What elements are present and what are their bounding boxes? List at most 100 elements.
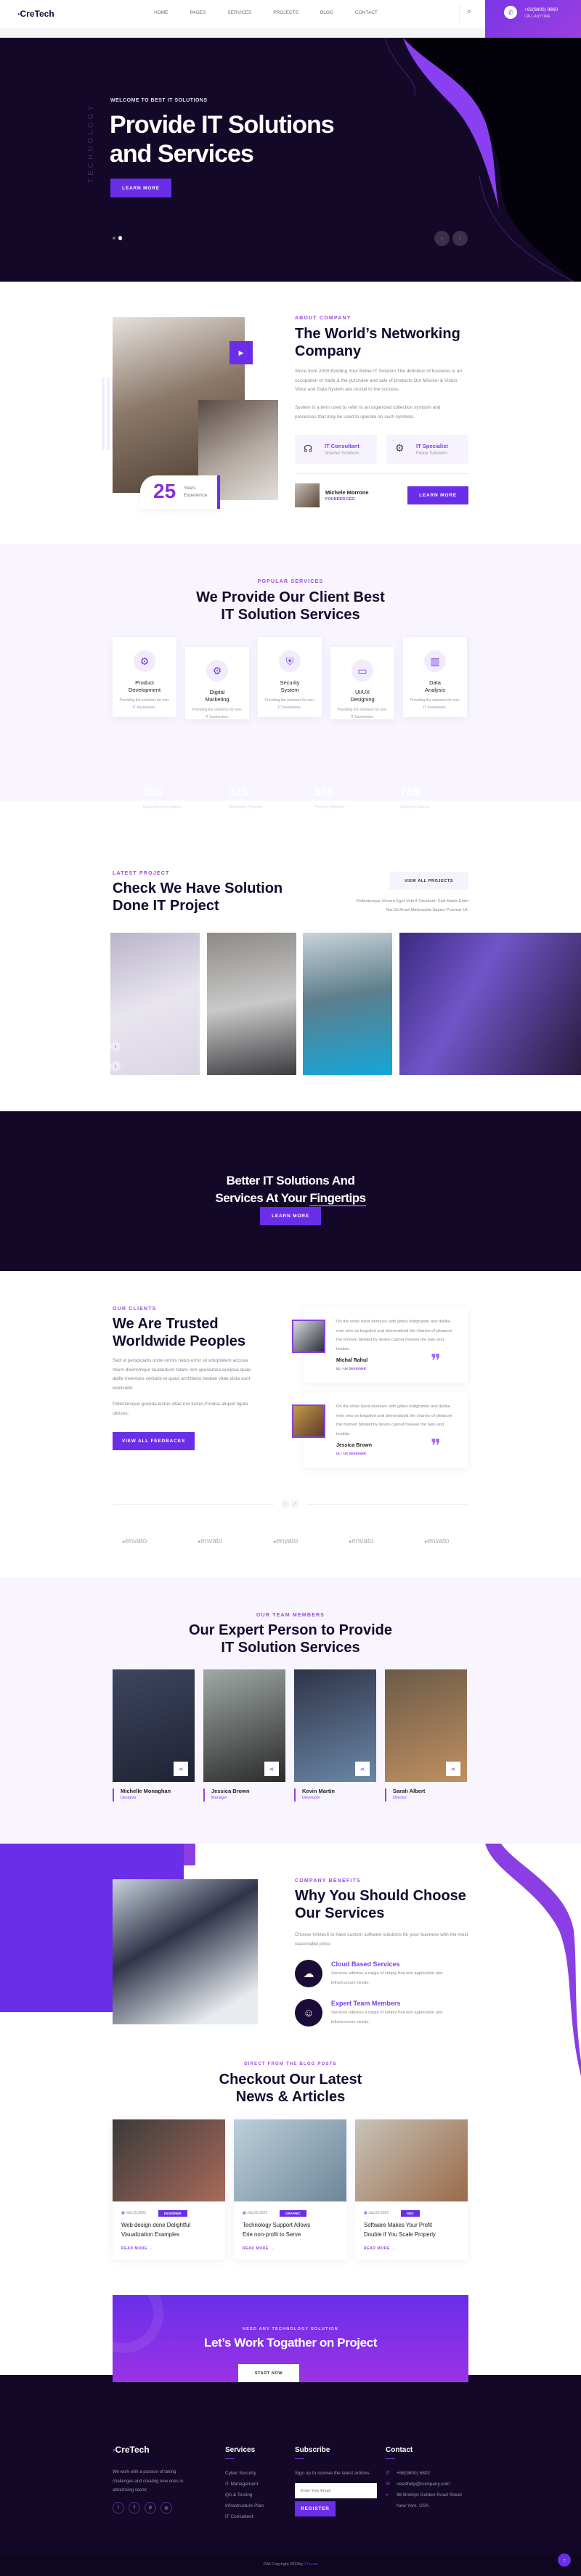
- play-video-button[interactable]: ▶: [229, 341, 253, 364]
- projects-desc: Pellentesque Viverra Eget Velit A Tincid…: [305, 897, 468, 915]
- team-title-1: Our Expert Person to Provide: [188, 1622, 393, 1638]
- quote-icon: ❞: [431, 1351, 441, 1372]
- view-all-projects-button[interactable]: VIEW ALL PROJECTS: [389, 872, 468, 890]
- blog-title[interactable]: Web design done Delightful Visualization …: [121, 2221, 223, 2239]
- brand-logo[interactable]: ●envato: [122, 1537, 147, 1545]
- projects-prev-button[interactable]: ‹: [110, 1042, 121, 1052]
- years-label-2: Experience: [184, 493, 208, 498]
- why-item-desc: Services address a range of simply free …: [331, 2011, 443, 2024]
- footer-logo[interactable]: •CreTech: [113, 2445, 150, 2455]
- clients-prev-button[interactable]: ‹: [282, 1500, 289, 1508]
- clients-next-button[interactable]: ›: [291, 1500, 298, 1508]
- footer-contact-title: Contact: [386, 2446, 413, 2459]
- blog-card[interactable]: ▦ July,25,2022 GRAPHIC Technology Suppor…: [234, 2119, 346, 2260]
- phone-icon: ✆: [504, 6, 517, 19]
- view-all-feedbacks-button[interactable]: VIEW ALL FEEDBACKS: [113, 1432, 195, 1450]
- brand-logo[interactable]: ●envato: [198, 1537, 222, 1545]
- footer-socials: t f p ◎: [113, 2502, 172, 2514]
- nav-pages[interactable]: PAGES: [190, 10, 206, 15]
- brand-logo[interactable]: ●envato: [349, 1537, 373, 1545]
- footer-link[interactable]: Infrastructure Plan: [225, 2501, 264, 2511]
- blog-category[interactable]: SEO: [401, 2210, 420, 2217]
- blog-card[interactable]: ▦ July,25,2022 SEO Software Makes Your P…: [355, 2119, 468, 2260]
- testimonial-avatar: [292, 1404, 325, 1438]
- footer-link[interactable]: IT Consultent: [225, 2511, 264, 2522]
- email-input[interactable]: [295, 2483, 377, 2498]
- blog-title[interactable]: Software Makes Your Profit Double if You …: [364, 2221, 466, 2239]
- hero-learn-more-button[interactable]: LEARN MORE: [110, 179, 171, 197]
- facebook-icon[interactable]: f: [129, 2502, 140, 2514]
- hero-prev-button[interactable]: ‹: [434, 231, 450, 246]
- twitter-icon[interactable]: t: [113, 2502, 124, 2514]
- phone-box[interactable]: ✆ +92(8800) 9860 CALL ANYTIME: [485, 0, 581, 38]
- founder-avatar: [295, 483, 320, 507]
- location-icon: ⌖: [386, 2493, 389, 2498]
- accent-bar: [203, 1788, 205, 1802]
- divider: [459, 4, 460, 23]
- about-learn-more-button[interactable]: LEARN MORE: [407, 486, 468, 504]
- search-icon[interactable]: ⌕: [467, 7, 471, 17]
- start-now-button[interactable]: START NOW: [238, 2364, 299, 2382]
- nav-home[interactable]: HOME: [154, 10, 168, 15]
- service-card[interactable]: ⚙ Digital Marketing Providing the solutio…: [185, 647, 249, 719]
- service-card[interactable]: ⚙ Product Development Providing the solut…: [113, 637, 176, 717]
- read-more-link[interactable]: READ MORE →: [364, 2246, 396, 2251]
- why-item-title: Cloud Based Services: [331, 1960, 400, 1968]
- divider: [295, 473, 469, 474]
- blog-card[interactable]: ▦ July,25,2022 DESIGNER Web design done …: [113, 2119, 225, 2260]
- nav-services[interactable]: SERVICES: [227, 10, 251, 15]
- cta-title: Better IT Solutions And Services At Your…: [0, 1172, 581, 1207]
- nav-projects[interactable]: PROJECTS: [273, 10, 298, 15]
- testimonial-avatar: [292, 1320, 325, 1353]
- founder-name: Michele Morrone: [325, 489, 369, 496]
- phone-number: +92(8800) 9860: [524, 7, 558, 12]
- clients-para-1: Sed ut perspiciatis unde omnis natus err…: [113, 1358, 251, 1391]
- email-icon: ✉: [386, 2482, 390, 2487]
- share-icon[interactable]: ⋖: [174, 1762, 188, 1776]
- footer-link[interactable]: QA & Testing: [225, 2490, 264, 2501]
- stat-label: Strategies Planned: [229, 805, 263, 809]
- projects-next-button[interactable]: ›: [110, 1061, 121, 1071]
- why-title-1: Why You Should Choose: [295, 1888, 466, 1904]
- slide-dot-1[interactable]: [113, 237, 115, 240]
- pinterest-icon[interactable]: p: [145, 2502, 156, 2514]
- brand-logo[interactable]: ●envato: [273, 1537, 298, 1545]
- project-image-3[interactable]: [303, 933, 392, 1075]
- hero: TECHNOLOGY WELCOME TO BEST IT SOLUTIONS …: [0, 38, 581, 282]
- cta-learn-more-button[interactable]: LEARN MORE: [260, 1207, 321, 1225]
- read-more-link[interactable]: READ MORE →: [121, 2246, 153, 2251]
- accent-bar: [385, 1788, 386, 1802]
- project-image-4[interactable]: [399, 933, 581, 1075]
- footer-link[interactable]: Cyber Security: [225, 2468, 264, 2479]
- blog-category[interactable]: DESIGNER: [158, 2210, 187, 2217]
- share-icon[interactable]: ⋖: [355, 1762, 370, 1776]
- copyright: ©All Copyright 2022by 17sucai: [0, 2562, 581, 2567]
- nav-contact[interactable]: CONTACT: [355, 10, 378, 15]
- read-more-link[interactable]: READ MORE →: [243, 2246, 275, 2251]
- share-icon[interactable]: ⋖: [446, 1762, 460, 1776]
- footer-link[interactable]: IT Management: [225, 2479, 264, 2490]
- blog-title[interactable]: Technology Support Allows Erie non-profit…: [243, 2221, 344, 2239]
- project-image-1[interactable]: [110, 933, 200, 1075]
- share-icon[interactable]: ⋖: [264, 1762, 279, 1776]
- service-desc: Providing the solutions for non-IT busin…: [119, 698, 170, 710]
- register-button[interactable]: REGISTER: [295, 2501, 336, 2516]
- hero-tagline: WELCOME TO BEST IT SOLUTIONS: [110, 98, 208, 103]
- logo[interactable]: •CreTech: [17, 9, 54, 19]
- contact-phone[interactable]: +88(9800) 6802: [397, 2468, 462, 2479]
- service-card[interactable]: ▥ Data Analysis Providing the solutions f…: [403, 637, 467, 717]
- hero-next-button[interactable]: ›: [452, 231, 468, 246]
- scroll-top-button[interactable]: ↑: [558, 2553, 571, 2567]
- project-image-2[interactable]: [207, 933, 296, 1075]
- nav-blog[interactable]: BLOG: [320, 10, 333, 15]
- brand-logo[interactable]: ●envato: [424, 1537, 449, 1545]
- slide-dot-2[interactable]: [118, 236, 122, 240]
- copyright-link[interactable]: 17sucai: [304, 2562, 318, 2567]
- service-card[interactable]: ⛨ Security System Providing the solutions…: [258, 637, 322, 717]
- stat-value: 769: [400, 786, 420, 798]
- service-card[interactable]: ▭ UI/UX Designing Providing the solutions…: [330, 647, 394, 719]
- blog-category[interactable]: GRAPHIC: [280, 2210, 306, 2217]
- instagram-icon[interactable]: ◎: [161, 2502, 172, 2514]
- contact-email[interactable]: needhelp@company.com: [397, 2479, 462, 2490]
- feature-title: IT Specialist: [416, 443, 448, 449]
